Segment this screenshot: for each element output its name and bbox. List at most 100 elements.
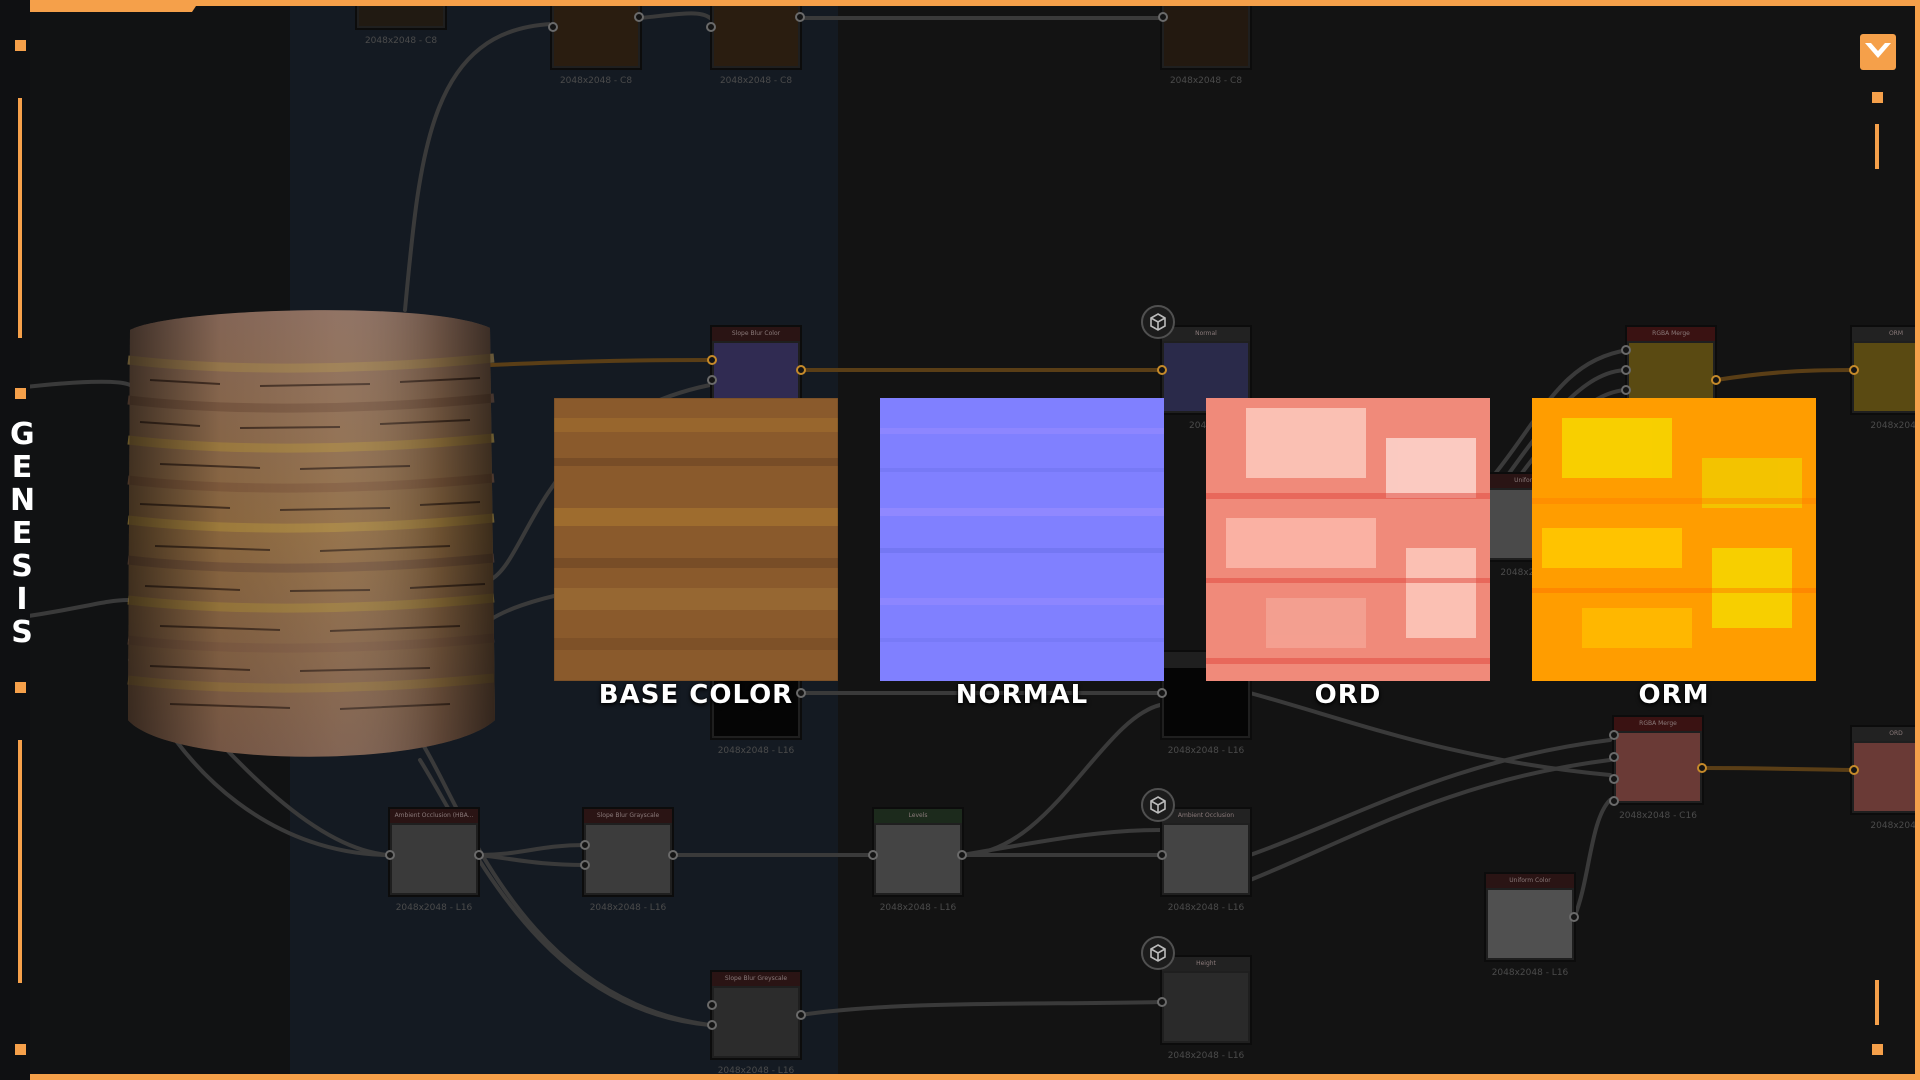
graph-node[interactable]: Ambient Occlusion (HBA... 2048x2048 - L1… xyxy=(388,807,480,913)
node-title: Slope Blur Greyscale xyxy=(712,972,800,986)
texture-map-orm xyxy=(1532,398,1816,681)
rail-marker xyxy=(15,682,26,693)
node-input-port[interactable] xyxy=(1609,796,1619,806)
cube-output-icon[interactable] xyxy=(1141,788,1175,822)
node-footer: 2048x2048 - L16 xyxy=(1491,968,1569,978)
node-title: Height xyxy=(1162,957,1250,971)
node-input-port[interactable] xyxy=(868,850,878,860)
node-input-port[interactable] xyxy=(1621,345,1631,355)
node-output-port[interactable] xyxy=(1697,763,1707,773)
node-footer: 2048x2048 xyxy=(1870,821,1920,831)
node-title: Uniform Color xyxy=(1486,874,1574,888)
node-input-port[interactable] xyxy=(707,1020,717,1030)
node-footer: 2048x2048 - L16 xyxy=(1167,1051,1245,1061)
graph-node[interactable]: ORD 2048x2048 xyxy=(1850,725,1920,831)
node-input-port[interactable] xyxy=(1849,765,1859,775)
graph-node[interactable]: ORM 2048x2048 xyxy=(1850,325,1920,431)
node-input-port[interactable] xyxy=(1609,752,1619,762)
node-input-port[interactable] xyxy=(580,840,590,850)
node-footer: 2048x2048 - L16 xyxy=(395,903,473,913)
node-input-port[interactable] xyxy=(1621,385,1631,395)
graph-node[interactable]: Uniform Color 2048x2048 - L16 xyxy=(1484,872,1576,978)
node-footer: 2048x2048 - L16 xyxy=(1167,903,1245,913)
node-output-port[interactable] xyxy=(1569,912,1579,922)
node-input-port[interactable] xyxy=(707,355,717,365)
material-preview-cylinder xyxy=(127,310,495,757)
texture-label-base-color: BASE COLOR xyxy=(598,680,794,710)
node-input-port[interactable] xyxy=(707,1000,717,1010)
node-input-port[interactable] xyxy=(385,850,395,860)
node-title: ORD xyxy=(1852,727,1920,741)
rail-line xyxy=(18,98,22,338)
frame-bottom-border xyxy=(0,1074,1920,1080)
texture-map-base-color xyxy=(553,397,839,682)
texture-map-normal xyxy=(880,398,1164,681)
node-output-port[interactable] xyxy=(795,12,805,22)
graph-node[interactable]: Height 2048x2048 - L16 xyxy=(1160,955,1252,1061)
node-footer: 2048x2048 - L16 xyxy=(717,746,795,756)
texture-label-normal: NORMAL xyxy=(955,680,1089,710)
node-output-port[interactable] xyxy=(1711,375,1721,385)
node-footer: 2048x2048 - L16 xyxy=(1167,746,1245,756)
rail-line xyxy=(1875,980,1879,1025)
texture-map-ord xyxy=(1206,398,1490,681)
node-input-port[interactable] xyxy=(1621,365,1631,375)
graph-node[interactable]: 2048x2048 - C8 xyxy=(710,0,802,86)
rail-line xyxy=(18,740,22,983)
node-title: ORM xyxy=(1852,327,1920,341)
rail-marker xyxy=(15,388,26,399)
node-footer: 2048x2048 - C8 xyxy=(1169,76,1243,86)
node-title: Ambient Occlusion xyxy=(1162,809,1250,823)
rail-line xyxy=(1875,124,1879,169)
node-footer: 2048x2048 - L16 xyxy=(589,903,667,913)
node-output-port[interactable] xyxy=(634,12,644,22)
node-output-port[interactable] xyxy=(474,850,484,860)
texture-label-orm: ORM xyxy=(1638,680,1710,710)
graph-node[interactable]: 2048x2048 - C8 xyxy=(1160,0,1252,86)
node-footer: 2048x2048 - C8 xyxy=(364,36,438,46)
graph-node[interactable]: 2048x2048 - C8 xyxy=(550,0,642,86)
rail-marker xyxy=(15,1044,26,1055)
cube-output-icon[interactable] xyxy=(1141,305,1175,339)
node-footer: 2048x2048 - C16 xyxy=(1619,811,1697,821)
node-footer: 2048x2048 - C8 xyxy=(719,76,793,86)
graph-node[interactable]: Ambient Occlusion 2048x2048 - L16 xyxy=(1160,807,1252,913)
node-input-port[interactable] xyxy=(1157,850,1167,860)
graph-node[interactable]: RGBA Merge 2048x2048 - C16 xyxy=(1612,715,1704,821)
node-input-port[interactable] xyxy=(1609,774,1619,784)
node-input-port[interactable] xyxy=(1849,365,1859,375)
node-footer: 2048x2048 xyxy=(1870,421,1920,431)
node-title: RGBA Merge xyxy=(1627,327,1715,341)
texture-label-ord: ORD xyxy=(1314,680,1382,710)
rail-marker xyxy=(1872,1044,1883,1055)
node-title: Ambient Occlusion (HBA... xyxy=(390,809,478,823)
node-output-port[interactable] xyxy=(668,850,678,860)
rail-marker xyxy=(1872,92,1883,103)
node-input-port[interactable] xyxy=(1609,730,1619,740)
node-title: Normal xyxy=(1162,327,1250,341)
vertical-brand-title: GENESIS xyxy=(10,417,36,650)
node-input-port[interactable] xyxy=(1158,12,1168,22)
frame-top-tab xyxy=(0,0,200,12)
cube-output-icon[interactable] xyxy=(1141,936,1175,970)
node-output-port[interactable] xyxy=(796,365,806,375)
node-title: RGBA Merge xyxy=(1614,717,1702,731)
node-input-port[interactable] xyxy=(580,860,590,870)
frame-right-border xyxy=(1915,0,1920,1080)
graph-node[interactable]: Slope Blur Grayscale 2048x2048 - L16 xyxy=(582,807,674,913)
graph-node[interactable]: Slope Blur Greyscale 2048x2048 - L16 xyxy=(710,970,802,1076)
rail-marker xyxy=(15,40,26,51)
node-input-port[interactable] xyxy=(706,22,716,32)
node-title: Slope Blur Grayscale xyxy=(584,809,672,823)
node-input-port[interactable] xyxy=(707,375,717,385)
graph-node[interactable]: Levels 2048x2048 - L16 xyxy=(872,807,964,913)
node-footer: 2048x2048 - C8 xyxy=(559,76,633,86)
node-input-port[interactable] xyxy=(1157,365,1167,375)
node-footer: 2048x2048 - L16 xyxy=(879,903,957,913)
frame-top-border xyxy=(0,0,1920,6)
node-output-port[interactable] xyxy=(957,850,967,860)
node-output-port[interactable] xyxy=(796,1010,806,1020)
node-input-port[interactable] xyxy=(1157,997,1167,1007)
node-input-port[interactable] xyxy=(548,22,558,32)
chevron-v-logo-icon xyxy=(1860,34,1896,70)
